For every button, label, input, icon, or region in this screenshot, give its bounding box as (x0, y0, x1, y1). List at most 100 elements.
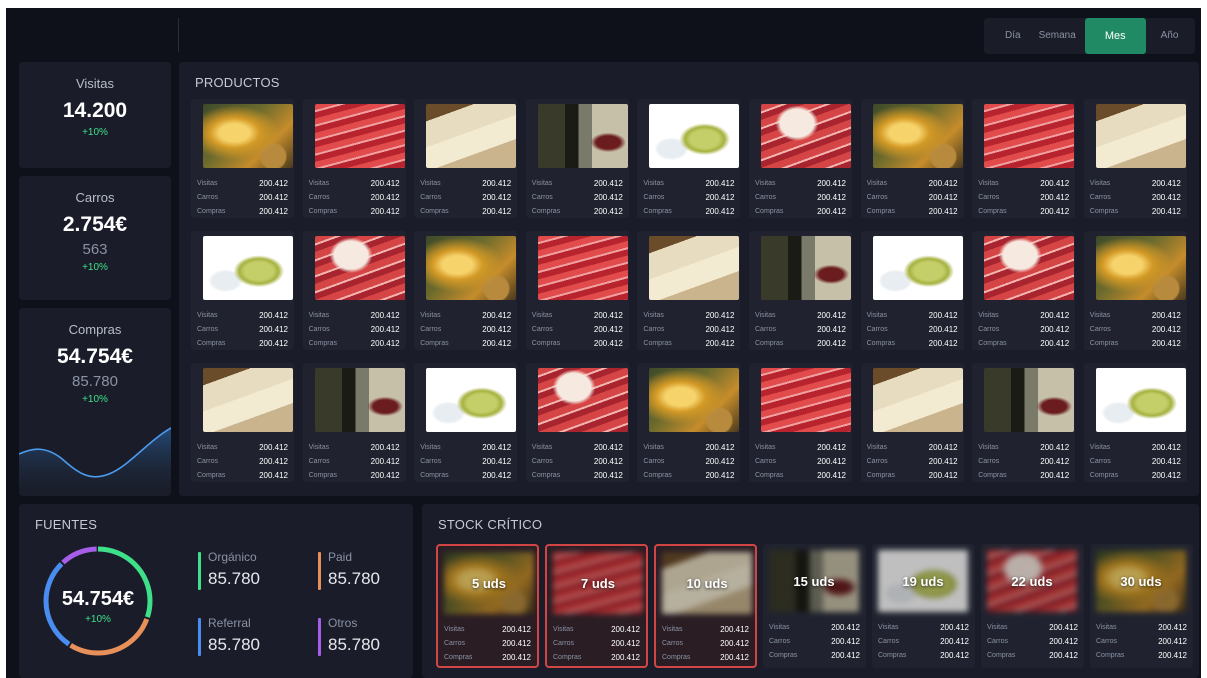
legend-referral: Referral 85.780 (198, 616, 260, 656)
stat-row-carros: Carros 200.412 (420, 454, 511, 468)
stat-label-carros: Carros (978, 193, 1000, 201)
product-card[interactable]: Visitas 200.412 Carros 200.412 Compras 2… (749, 363, 852, 482)
stat-value-visitas: 200.412 (1040, 310, 1070, 320)
stat-value-carros: 200.412 (1151, 192, 1181, 202)
kpi-visitas-card: Visitas 14.200 +10% (19, 62, 171, 168)
stat-value-carros: 200.412 (370, 456, 400, 466)
product-card[interactable]: Visitas 200.412 Carros 200.412 Compras 2… (637, 99, 741, 218)
stock-card[interactable]: 10 uds Visitas 200.412 Carros 200.412 Co… (654, 544, 757, 668)
product-image (761, 236, 851, 300)
legend-referral-swatch (198, 618, 201, 656)
stock-quantity: 7 uds (581, 575, 615, 591)
stock-card[interactable]: 15 uds Visitas 200.412 Carros 200.412 Co… (763, 544, 866, 668)
stat-value-visitas: 200.412 (1040, 442, 1070, 452)
product-card[interactable]: Visitas 200.412 Carros 200.412 Compras 2… (302, 363, 406, 482)
stat-row-compras: Compras 200.412 (769, 648, 860, 662)
kpi-compras-label: Compras (68, 322, 122, 337)
stat-value-carros: 200.412 (593, 192, 623, 202)
stock-card[interactable]: 22 uds Visitas 200.412 Carros 200.412 Co… (981, 544, 1084, 668)
product-image (761, 104, 851, 168)
product-stats: Visitas 200.412 Carros 200.412 Compras 2… (867, 308, 958, 350)
product-card[interactable]: Visitas 200.412 Carros 200.412 Compras 2… (637, 363, 741, 482)
product-card[interactable]: Visitas 200.412 Carros 200.412 Compras 2… (525, 363, 629, 482)
kpi-carros-value: 2.754€ (62, 213, 128, 236)
stat-row-visitas: Visitas 200.412 (755, 176, 846, 190)
stat-value-carros: 200.412 (482, 192, 512, 202)
kpi-carros-change: +10% (82, 262, 108, 273)
stat-label-compras: Compras (1089, 471, 1119, 479)
stat-value-visitas: 200.412 (1040, 178, 1070, 188)
period-option-ano[interactable]: Año (1152, 18, 1188, 54)
stock-card[interactable]: 30 uds Visitas 200.412 Carros 200.412 Co… (1090, 544, 1193, 668)
product-card[interactable]: Visitas 200.412 Carros 200.412 Compras 2… (860, 363, 964, 482)
product-card[interactable]: Visitas 200.412 Carros 200.412 Compras 2… (1083, 99, 1187, 218)
stock-card[interactable]: 5 uds Visitas 200.412 Carros 200.412 Com… (436, 544, 539, 668)
product-stats: Visitas 200.412 Carros 200.412 Compras 2… (978, 176, 1069, 218)
stat-label-carros: Carros (978, 325, 1000, 333)
product-card[interactable]: Visitas 200.412 Carros 200.412 Compras 2… (972, 99, 1076, 218)
stat-label-visitas: Visitas (978, 179, 999, 187)
stat-value-compras: 200.412 (1158, 650, 1187, 660)
stock-card[interactable]: 19 uds Visitas 200.412 Carros 200.412 Co… (872, 544, 975, 668)
stat-row-visitas: Visitas 200.412 (643, 440, 734, 454)
period-option-semana[interactable]: Semana (1030, 18, 1085, 54)
stat-value-visitas: 200.412 (370, 442, 400, 452)
stat-label-visitas: Visitas (878, 623, 899, 631)
stat-label-visitas: Visitas (643, 311, 664, 319)
product-card[interactable]: Visitas 200.412 Carros 200.412 Compras 2… (525, 99, 629, 218)
product-card[interactable]: Visitas 200.412 Carros 200.412 Compras 2… (414, 363, 518, 482)
stat-value-carros: 200.412 (720, 638, 749, 648)
product-card[interactable]: Visitas 200.412 Carros 200.412 Compras 2… (1083, 363, 1187, 482)
stat-label-carros: Carros (662, 639, 684, 647)
stat-value-compras: 200.412 (1040, 470, 1070, 480)
product-card[interactable]: Visitas 200.412 Carros 200.412 Compras 2… (525, 231, 629, 350)
product-card[interactable]: Visitas 200.412 Carros 200.412 Compras 2… (414, 231, 518, 350)
stat-value-compras: 200.412 (1151, 206, 1181, 216)
stock-card[interactable]: 7 uds Visitas 200.412 Carros 200.412 Com… (545, 544, 648, 668)
product-card[interactable]: Visitas 200.412 Carros 200.412 Compras 2… (972, 363, 1076, 482)
product-card[interactable]: Visitas 200.412 Carros 200.412 Compras 2… (860, 231, 964, 350)
kpi-compras-count: 85.780 (72, 373, 118, 390)
productos-panel: PRODUCTOS Visitas 200.412 Carros 200.412… (179, 62, 1199, 496)
product-card[interactable]: Visitas 200.412 Carros 200.412 Compras 2… (637, 231, 741, 350)
stat-label-compras: Compras (662, 653, 691, 661)
stat-row-carros: Carros 200.412 (867, 454, 958, 468)
product-stats: Visitas 200.412 Carros 200.412 Compras 2… (643, 440, 734, 482)
product-card[interactable]: Visitas 200.412 Carros 200.412 Compras 2… (302, 231, 406, 350)
stat-row-compras: Compras 200.412 (978, 468, 1069, 482)
stat-row-carros: Carros 200.412 (197, 454, 288, 468)
stat-value-visitas: 200.412 (259, 442, 288, 452)
product-card[interactable]: Visitas 200.412 Carros 200.412 Compras 2… (191, 363, 294, 482)
product-card[interactable]: Visitas 200.412 Carros 200.412 Compras 2… (1083, 231, 1187, 350)
stock-stats: Visitas 200.412 Carros 200.412 Compras 2… (1096, 620, 1187, 662)
period-option-mes[interactable]: Mes (1084, 18, 1146, 54)
product-card[interactable]: Visitas 200.412 Carros 200.412 Compras 2… (749, 231, 852, 350)
stat-value-visitas: 200.412 (831, 622, 860, 632)
stat-row-visitas: Visitas 200.412 (197, 440, 288, 454)
stat-row-carros: Carros 200.412 (755, 190, 846, 204)
product-card[interactable]: Visitas 200.412 Carros 200.412 Compras 2… (972, 231, 1076, 350)
period-option-dia[interactable]: Día (996, 18, 1030, 54)
stat-row-carros: Carros 200.412 (662, 636, 749, 650)
product-card[interactable]: Visitas 200.412 Carros 200.412 Compras 2… (749, 99, 852, 218)
stat-row-visitas: Visitas 200.412 (444, 622, 531, 636)
product-card[interactable]: Visitas 200.412 Carros 200.412 Compras 2… (860, 99, 964, 218)
product-card[interactable]: Visitas 200.412 Carros 200.412 Compras 2… (414, 99, 518, 218)
product-image (314, 104, 405, 168)
stat-value-carros: 200.412 (705, 324, 735, 334)
stat-row-carros: Carros 200.412 (878, 634, 969, 648)
product-card[interactable]: Visitas 200.412 Carros 200.412 Compras 2… (191, 231, 294, 350)
stat-value-visitas: 200.412 (817, 178, 846, 188)
stat-row-compras: Compras 200.412 (878, 648, 969, 662)
stat-label-compras: Compras (643, 339, 672, 347)
stat-row-compras: Compras 200.412 (197, 468, 288, 482)
stat-value-compras: 200.412 (259, 470, 288, 480)
stat-row-visitas: Visitas 200.412 (309, 176, 400, 190)
product-card[interactable]: Visitas 200.412 Carros 200.412 Compras 2… (191, 99, 294, 218)
stat-label-visitas: Visitas (755, 443, 776, 451)
stat-label-visitas: Visitas (1089, 179, 1111, 187)
stat-row-compras: Compras 200.412 (553, 650, 640, 664)
stat-label-visitas: Visitas (420, 443, 441, 451)
product-image (984, 368, 1075, 432)
product-card[interactable]: Visitas 200.412 Carros 200.412 Compras 2… (302, 99, 406, 218)
